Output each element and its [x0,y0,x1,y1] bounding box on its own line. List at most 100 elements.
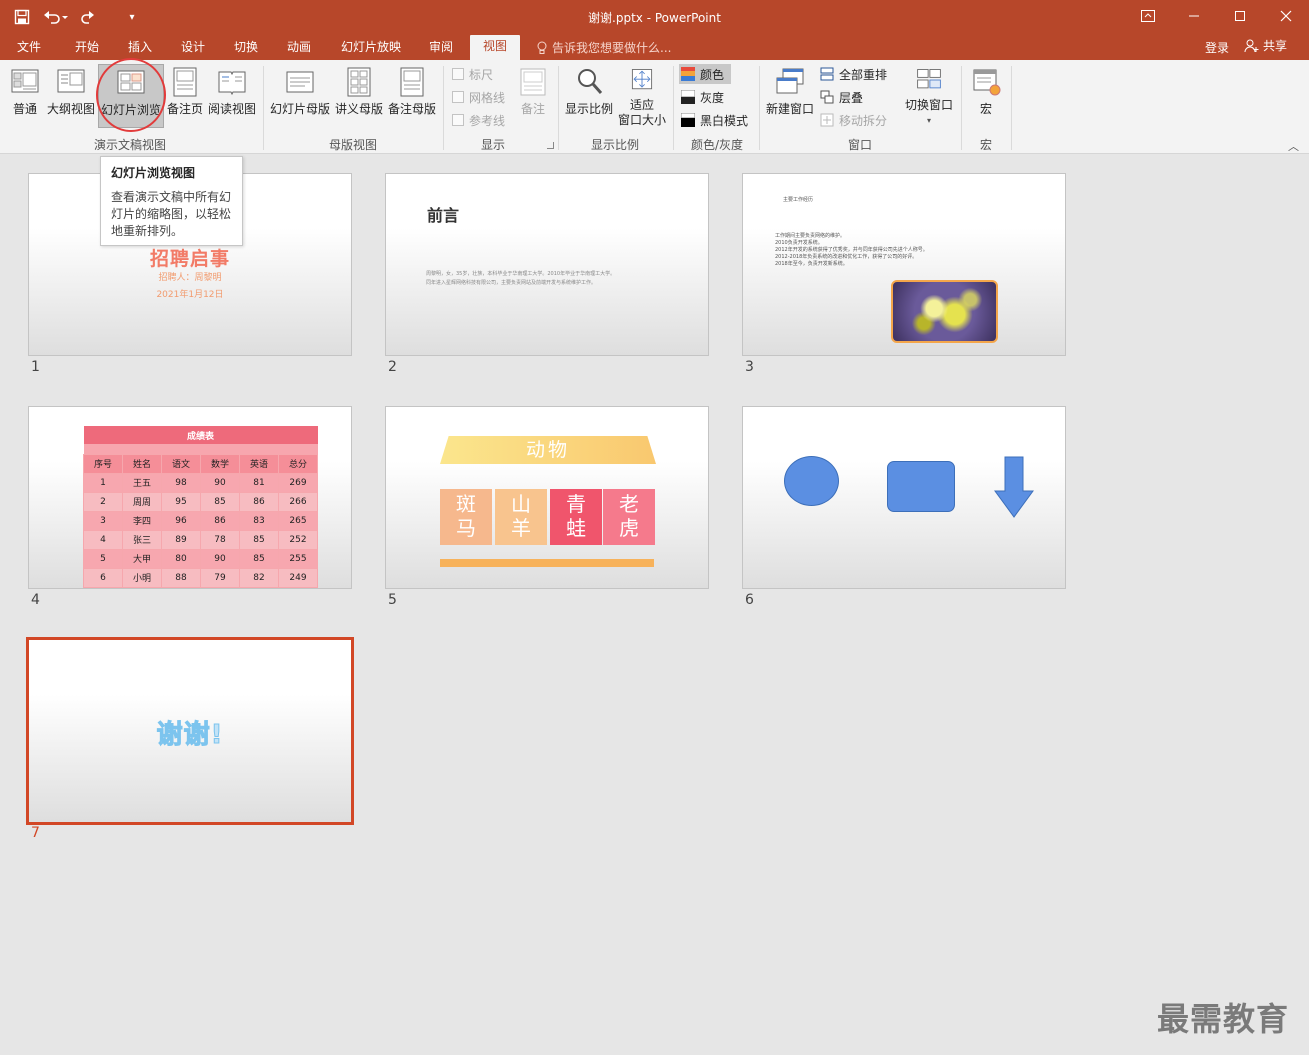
flower-photo [891,280,998,343]
tab-file[interactable]: 文件 [8,38,50,60]
tab-design[interactable]: 设计 [172,38,214,60]
gridlines-checkbox[interactable]: 网格线 [452,87,505,107]
table-cell: 89 [161,529,201,550]
table-header: 总分 [278,453,318,474]
notes-label: 备注 [520,102,545,116]
tell-me-text: 告诉我您想要做什么... [552,41,672,55]
collapse-ribbon-icon[interactable]: ︿ [1288,138,1299,154]
maximize-icon[interactable] [1217,0,1263,32]
minimize-icon[interactable] [1171,0,1217,32]
notes-page-label: 备注页 [166,102,203,116]
slide5-banner: 动物 [440,436,656,464]
table-cell: 81 [239,472,279,493]
ruler-checkbox[interactable]: 标尺 [452,64,493,84]
color-swatch-icon [681,67,695,81]
table-cell: 85 [239,529,279,550]
share-button[interactable]: 共享 [1244,37,1287,54]
cascade-button[interactable]: 层叠 [820,87,863,107]
tile-char: 羊 [511,516,531,540]
macros-icon [973,69,1001,96]
slide5-bar [440,559,654,567]
tab-home[interactable]: 开始 [66,38,108,60]
sign-in-link[interactable]: 登录 [1205,39,1229,56]
macros-button[interactable]: 宏 [966,64,1006,128]
magnifier-icon [578,69,603,94]
black-white-button[interactable]: 黑白模式 [681,110,748,130]
slide-thumbnail-2[interactable]: 前言 周黎明，女，35岁，壮族，本科毕业于华南理工大学。2010年毕业于华南理工… [385,173,709,356]
slide1-subtitle: 招聘人：周黎明 [158,273,222,283]
switch-windows-dropdown-icon: ▾ [926,116,931,125]
table-cell: 82 [239,567,279,588]
notes-master-button[interactable]: 备注母版 [386,64,438,128]
close-icon[interactable] [1263,0,1309,32]
handout-master-button[interactable]: 讲义母版 [334,64,384,128]
color-group-label: 颜色/灰度 [690,138,744,152]
show-dialog-launcher-icon[interactable] [547,142,554,149]
move-split-button[interactable]: 移动拆分 [820,110,887,130]
slide-thumbnail-3[interactable]: 主要工作经历 工作期间主要负责网络的维护。 2010负责开发系统。 2012年开… [742,173,1066,356]
cascade-label: 层叠 [839,90,864,105]
table-row: 6 小明 88 79 82 249 [83,567,318,588]
guides-checkbox[interactable]: 参考线 [452,110,505,130]
tab-insert[interactable]: 插入 [119,38,161,60]
table-cell: 5 [83,548,123,569]
normal-view-button[interactable]: 普通 [8,64,42,128]
window-controls [1125,0,1309,32]
notes-master-icon [400,67,424,97]
slide-thumbnail-4[interactable]: 成绩表 序号 姓名 语文 数学 英语 总分 1 王五 98 90 81 269 2 周周 95… [28,406,352,589]
presentation-views-group-label: 演示文稿视图 [93,138,166,152]
ellipse-shape [784,456,839,506]
color-button[interactable]: 颜色 [679,64,731,84]
highlight-circle [96,58,166,132]
switch-windows-icon [917,69,941,89]
new-window-icon [776,68,804,94]
slide-thumbnail-7[interactable]: 谢谢! [26,637,354,825]
table-row: 3 李四 96 86 83 265 [83,510,318,531]
zoom-button[interactable]: 显示比例 [563,64,615,128]
table-cell: 4 [83,529,123,550]
tab-transitions[interactable]: 切换 [225,38,267,60]
slide-number: 2 [388,359,397,375]
move-split-icon [820,113,834,127]
slide7-thanks-text: 谢谢! [156,720,224,751]
lightbulb-icon [537,41,547,54]
slide2-body: 周黎明，女，35岁，壮族，本科毕业于华南理工大学。2010年毕业于华南理工大学。… [426,270,671,288]
handout-master-label: 讲义母版 [334,102,383,116]
tab-slideshow[interactable]: 幻灯片放映 [336,38,406,60]
tile-char: 山 [511,492,531,516]
notes-page-button[interactable]: 备注页 [166,64,204,128]
table-cell: 83 [239,510,279,531]
tell-me-box[interactable]: 告诉我您想要做什么... [536,39,671,56]
notes-button[interactable]: 备注 [514,64,552,128]
fit-to-window-button[interactable]: 适应 窗口大小 [616,64,668,128]
gridlines-label: 网格线 [469,90,506,105]
slide-number: 4 [31,592,40,608]
black-white-label: 黑白模式 [700,113,749,128]
table-cell: 3 [83,510,123,531]
outline-view-button[interactable]: 大纲视图 [46,64,96,128]
table-cell: 255 [278,548,318,569]
group-separator [673,66,674,150]
arrange-all-button[interactable]: 全部重排 [820,64,887,84]
window-title: 谢谢.pptx - PowerPoint [588,11,721,25]
tile-char: 虎 [619,516,639,540]
reading-view-label: 阅读视图 [207,102,256,116]
grayscale-button[interactable]: 灰度 [681,87,724,107]
slide-thumbnail-6[interactable] [742,406,1066,589]
tab-review[interactable]: 审阅 [420,38,462,60]
slide-thumbnail-5[interactable]: 动物 斑马 山羊 青蛙 老虎 [385,406,709,589]
slide-master-button[interactable]: 幻灯片母版 [268,64,332,128]
ruler-label: 标尺 [469,67,494,82]
tab-view[interactable]: 视图 [470,35,520,60]
switch-windows-button[interactable]: 切换窗口 ▾ [902,64,956,128]
table-cell: 6 [83,567,123,588]
tile-char: 马 [456,516,476,540]
black-white-icon [681,113,695,127]
slide-number: 1 [31,359,40,375]
zoom-group-label: 显示比例 [590,138,639,152]
table-cell: 78 [200,529,240,550]
reading-view-button[interactable]: 阅读视图 [207,64,257,128]
tab-animations[interactable]: 动画 [278,38,320,60]
new-window-button[interactable]: 新建窗口 [764,64,816,128]
ribbon-display-options-icon[interactable] [1125,0,1171,32]
